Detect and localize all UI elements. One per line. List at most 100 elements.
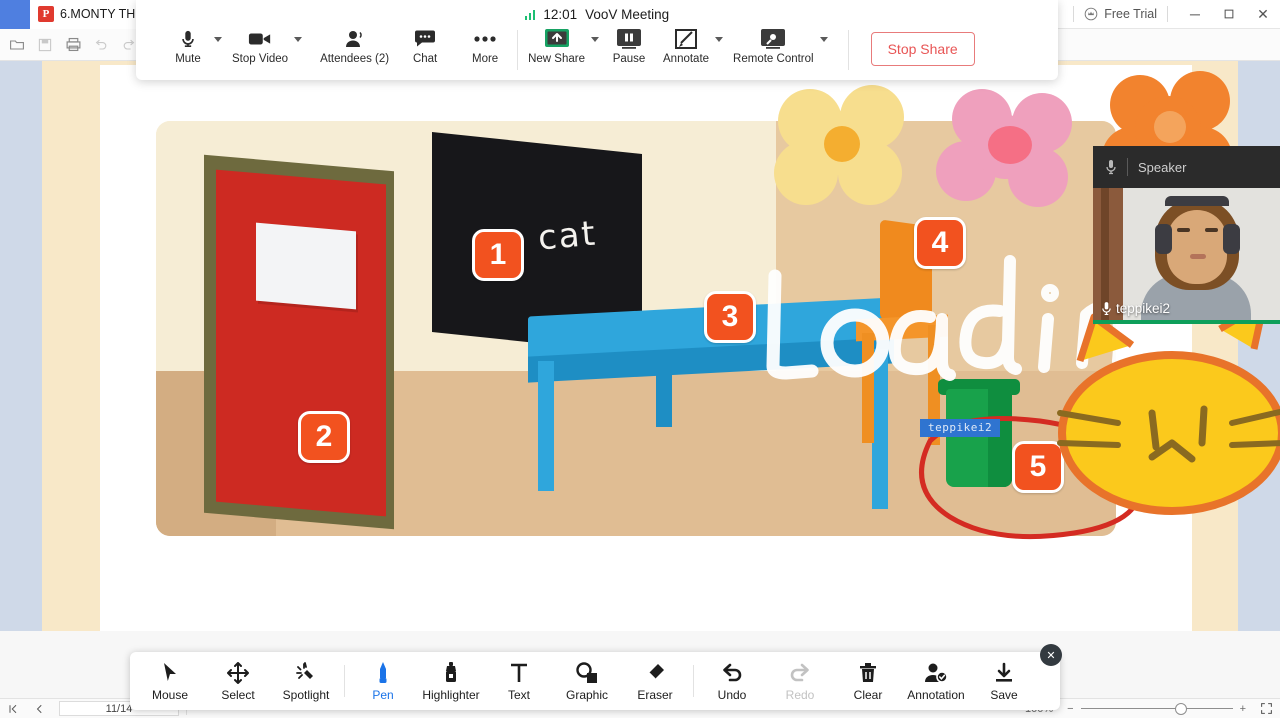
tool-graphic[interactable]: Graphic: [553, 652, 621, 710]
move-icon: [227, 661, 249, 685]
tool-mouse[interactable]: Mouse: [136, 652, 204, 710]
undo-icon[interactable]: [88, 33, 114, 57]
tool-undo[interactable]: Undo: [698, 652, 766, 710]
pip-person-face: [1167, 210, 1227, 284]
annotation-person-icon: [924, 661, 948, 685]
remote-control-icon: [760, 28, 786, 50]
pip-person-eye-left: [1177, 228, 1190, 232]
free-trial-button[interactable]: Free Trial: [1084, 7, 1157, 21]
chat-button[interactable]: Chat: [405, 28, 445, 65]
stop-video-label: Stop Video: [232, 53, 289, 65]
print-icon[interactable]: [60, 33, 86, 57]
previous-page-button[interactable]: [26, 699, 52, 718]
graphic-icon: [576, 661, 598, 685]
mute-label: Mute: [175, 53, 201, 65]
cursor-icon: [161, 661, 179, 685]
annotate-button[interactable]: Annotate: [663, 28, 709, 65]
first-page-button[interactable]: [0, 699, 26, 718]
voov-button-row: Mute Stop Video Attendees (2) Chat More …: [136, 28, 1058, 80]
pip-person-eye-right: [1205, 228, 1218, 232]
tool-spotlight[interactable]: Spotlight: [272, 652, 340, 710]
open-folder-icon[interactable]: [4, 33, 30, 57]
tool-eraser[interactable]: Eraser: [621, 652, 689, 710]
zoom-slider[interactable]: [1080, 702, 1233, 716]
fullscreen-button[interactable]: [1253, 699, 1280, 718]
share-chevron-down-icon[interactable]: [591, 37, 599, 42]
microphone-icon: [1102, 302, 1111, 316]
pip-participant-name: teppikei2: [1116, 301, 1171, 316]
table-leg-back: [656, 357, 672, 427]
tool-eraser-label: Eraser: [637, 687, 673, 702]
marker-4: 4: [914, 217, 966, 269]
pip-header-divider: [1127, 158, 1128, 176]
annotate-label: Annotate: [663, 53, 710, 65]
zoom-slider-handle[interactable]: [1174, 702, 1187, 715]
tool-save[interactable]: Save: [970, 652, 1038, 710]
marker-1: 1: [472, 229, 524, 281]
pip-headset-right: [1223, 224, 1240, 254]
attendees-label: Attendees (2): [320, 53, 390, 65]
pause-label: Pause: [612, 53, 646, 65]
previous-page-icon: [36, 704, 42, 713]
zoom-slider-track: [1080, 707, 1233, 710]
camera-icon: [248, 28, 272, 50]
trash-icon: [858, 661, 878, 685]
microphone-icon: [179, 28, 197, 50]
trash-bin-shadow: [988, 389, 1012, 487]
tool-text[interactable]: Text: [485, 652, 553, 710]
save-download-icon: [993, 661, 1015, 685]
maximize-icon: [1224, 9, 1234, 19]
pip-audio-level-bar: [1093, 320, 1280, 324]
slide-page: cat 1 2 3 4 5: [42, 61, 1238, 631]
tool-annotation[interactable]: Annotation: [902, 652, 970, 710]
remote-chevron-down-icon[interactable]: [819, 37, 828, 42]
tool-pen[interactable]: Pen: [349, 652, 417, 710]
participant-video-pip[interactable]: Speaker teppikei2: [1093, 146, 1280, 324]
tool-graphic-label: Graphic: [565, 687, 609, 702]
toolbar-divider-2: [693, 665, 694, 697]
pip-header-label: Speaker: [1138, 159, 1187, 175]
tool-spotlight-label: Spotlight: [282, 687, 330, 702]
tool-redo[interactable]: Redo: [766, 652, 834, 710]
slide-viewport: cat 1 2 3 4 5 teppikei2: [0, 61, 1280, 631]
voov-header: 12:01 VooV Meeting: [136, 0, 1058, 28]
pip-header: Speaker: [1093, 146, 1280, 188]
microphone-icon: [1106, 160, 1116, 175]
pen-icon: [375, 661, 391, 685]
classroom-illustration: cat 1 2 3 4 5: [156, 121, 1116, 536]
annotate-chevron-down-icon[interactable]: [715, 37, 724, 42]
meeting-app-title: VooV Meeting: [585, 6, 670, 22]
mute-button[interactable]: Mute: [168, 28, 208, 65]
tool-select-label: Select: [221, 687, 255, 702]
more-button[interactable]: More: [465, 28, 505, 65]
text-icon: [509, 661, 529, 685]
new-share-button[interactable]: New Share: [528, 28, 585, 65]
stop-share-button[interactable]: Stop Share: [870, 32, 975, 66]
pip-person-mouth: [1190, 254, 1206, 259]
annotation-toolbar: ✕ Mouse Select Spotlight Pen Highlighter…: [130, 644, 1062, 710]
tool-select[interactable]: Select: [204, 652, 272, 710]
minimize-button[interactable]: ─: [1178, 0, 1212, 29]
video-chevron-down-icon[interactable]: [294, 37, 303, 42]
spotlight-icon: [295, 661, 317, 685]
pip-headset-band: [1165, 196, 1229, 206]
close-button[interactable]: ✕: [1246, 0, 1280, 29]
voov-meeting-toolbar: 12:01 VooV Meeting Mute Stop Video Atten…: [136, 0, 1058, 80]
toolbar-divider-1: [344, 665, 345, 697]
mute-chevron-down-icon[interactable]: [214, 37, 222, 42]
pause-button[interactable]: Pause: [609, 28, 649, 65]
free-trial-label: Free Trial: [1104, 7, 1157, 21]
tool-clear[interactable]: Clear: [834, 652, 902, 710]
save-icon[interactable]: [32, 33, 58, 57]
attendees-button[interactable]: Attendees (2): [320, 28, 389, 65]
remote-control-button[interactable]: Remote Control: [733, 28, 814, 65]
maximize-button[interactable]: [1212, 0, 1246, 29]
chat-icon: [414, 28, 436, 50]
zoom-out-button[interactable]: −: [1060, 699, 1080, 718]
stop-video-button[interactable]: Stop Video: [232, 28, 288, 65]
fullscreen-icon: [1261, 703, 1272, 714]
tool-mouse-label: Mouse: [151, 687, 189, 702]
tool-highlighter[interactable]: Highlighter: [417, 652, 485, 710]
close-icon[interactable]: ✕: [1040, 644, 1062, 666]
zoom-in-button[interactable]: +: [1233, 699, 1253, 718]
